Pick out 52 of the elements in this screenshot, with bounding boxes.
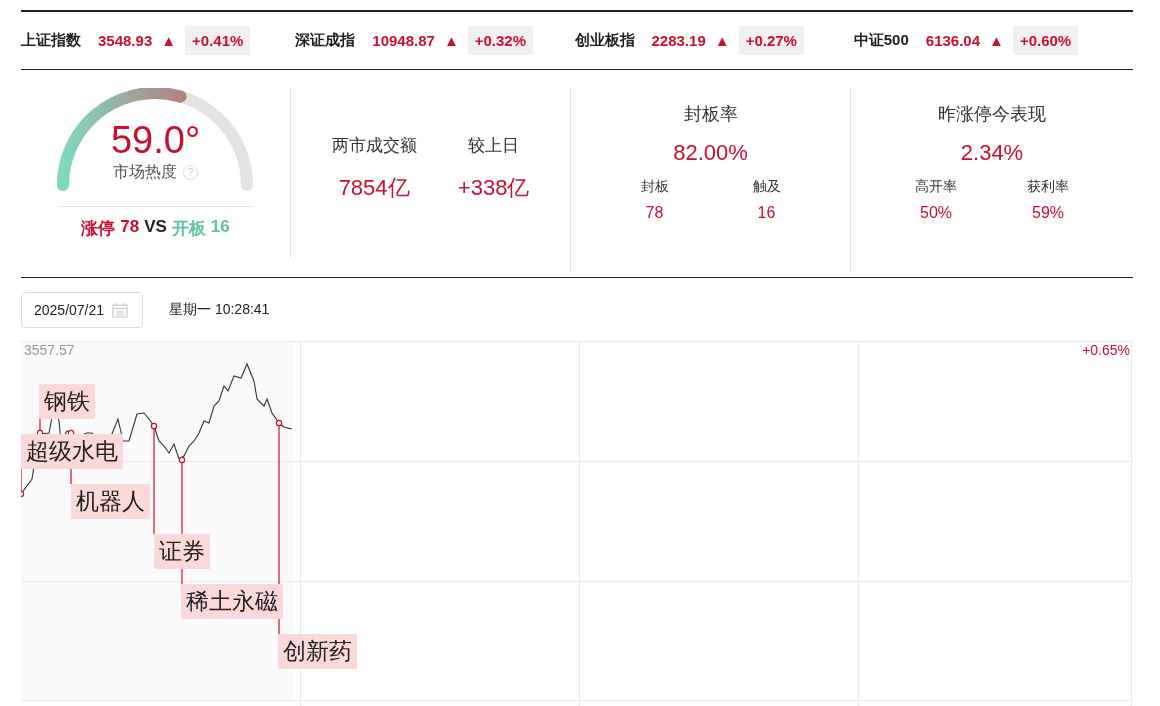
turnover-value: 7854亿 [338, 174, 410, 202]
weekday-time: 星期一 10:28:41 [169, 300, 270, 319]
axis-label: 3557.57 [24, 342, 75, 358]
change-badge: +0.32% [467, 26, 534, 55]
index-value: 6136.04 [925, 32, 981, 49]
annotation-marker [21, 468, 25, 498]
annotation-marker [36, 418, 44, 437]
up-arrow-icon: ▲ [714, 32, 730, 49]
opened-label: 开板 [171, 218, 206, 240]
sector-tag: 证券 [154, 534, 210, 569]
stat-title: 封板率 [683, 103, 738, 126]
limit-up-count: 78 [120, 217, 140, 238]
up-arrow-icon: ▲ [989, 32, 1004, 49]
sector-tag: 超级水电 [21, 434, 123, 469]
change-badge: +0.27% [738, 26, 804, 55]
up-arrow-icon: ▲ [443, 32, 459, 49]
sub-stat-value: 78 [645, 204, 664, 222]
versus-label: VS [144, 217, 167, 238]
sub-stat-label: 封板 [640, 178, 669, 196]
change-badge: +0.60% [1012, 26, 1079, 55]
sector-tag: 创新药 [278, 634, 357, 669]
sector-tag: 稀土永磁 [181, 584, 283, 619]
index-value: 2283.19 [651, 32, 706, 49]
heat-value: 59.0° [110, 118, 201, 162]
index-name: 深证成指 [295, 31, 356, 50]
up-arrow-icon: ▲ [161, 32, 177, 49]
stat-value: 2.34% [960, 140, 1024, 166]
sector-tag: 钢铁 [39, 384, 95, 419]
index-name: 创业板指 [574, 31, 635, 50]
heat-label: 市场热度 [113, 162, 177, 182]
sub-stat-label: 触及 [752, 178, 781, 196]
index-value: 10948.87 [372, 32, 435, 49]
index-value: 3548.93 [98, 32, 153, 49]
change-badge: +0.41% [185, 26, 251, 55]
sub-stat-label: 获利率 [1027, 178, 1069, 196]
index-name: 中证500 [853, 31, 909, 50]
stat-value: 82.00% [673, 140, 748, 166]
sector-tag: 机器人 [71, 484, 150, 519]
sub-stat-value: 50% [920, 204, 952, 222]
sub-stat-label: 高开率 [915, 178, 957, 196]
turnover-value: +338亿 [457, 174, 530, 202]
calendar-icon [112, 302, 129, 318]
turnover-label: 两市成交额 [331, 135, 417, 157]
axis-label: +0.65% [1082, 342, 1130, 358]
stat-title: 昨涨停今表现 [938, 103, 1046, 126]
limit-up-label: 涨停 [81, 218, 116, 240]
date-picker[interactable]: 2025/07/21 [21, 292, 143, 328]
turnover-label: 较上日 [468, 135, 520, 157]
opened-count: 16 [210, 217, 230, 238]
sub-stat-value: 16 [757, 204, 776, 222]
sub-stat-value: 59% [1032, 204, 1064, 222]
index-name: 上证指数 [21, 31, 81, 50]
